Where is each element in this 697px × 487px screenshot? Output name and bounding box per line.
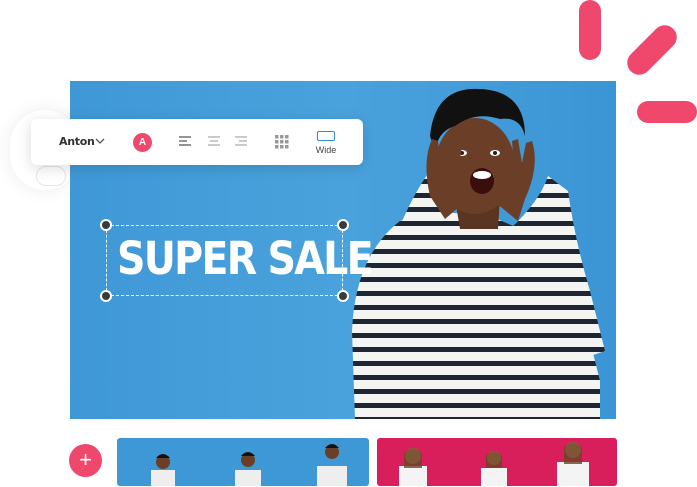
thumbnail-woman-photos xyxy=(399,442,589,486)
text-toolbar: Anton A Wide xyxy=(31,119,363,165)
wide-label: Wide xyxy=(315,145,337,155)
align-left-icon[interactable] xyxy=(178,135,192,147)
wide-rect-icon xyxy=(317,131,335,141)
resize-handle-bottom-left[interactable] xyxy=(100,290,112,302)
decor-stroke-1 xyxy=(579,0,601,60)
background-pill xyxy=(36,166,66,186)
add-scene-button[interactable]: + xyxy=(69,444,102,477)
decor-stroke-2 xyxy=(622,20,682,80)
resize-handle-bottom-right[interactable] xyxy=(337,290,349,302)
resize-handle-top-left[interactable] xyxy=(100,219,112,231)
headline-text[interactable]: SUPER SALE xyxy=(117,232,374,285)
scene-thumbnail-2[interactable] xyxy=(377,438,617,486)
headline-textbox[interactable]: SUPER SALE xyxy=(106,225,374,296)
font-family-select[interactable]: Anton xyxy=(59,135,95,148)
align-center-icon[interactable] xyxy=(207,135,221,147)
thumbnail-man-photos xyxy=(151,444,347,486)
text-color-button[interactable]: A xyxy=(133,133,152,152)
scene-thumbnail-1[interactable] xyxy=(117,438,369,486)
wide-layout-button[interactable]: Wide xyxy=(309,127,343,159)
decor-stroke-3 xyxy=(637,101,697,123)
chevron-down-icon[interactable] xyxy=(94,135,106,147)
resize-handle-top-right[interactable] xyxy=(337,219,349,231)
align-right-icon[interactable] xyxy=(234,135,248,147)
grid-icon[interactable] xyxy=(275,135,289,149)
